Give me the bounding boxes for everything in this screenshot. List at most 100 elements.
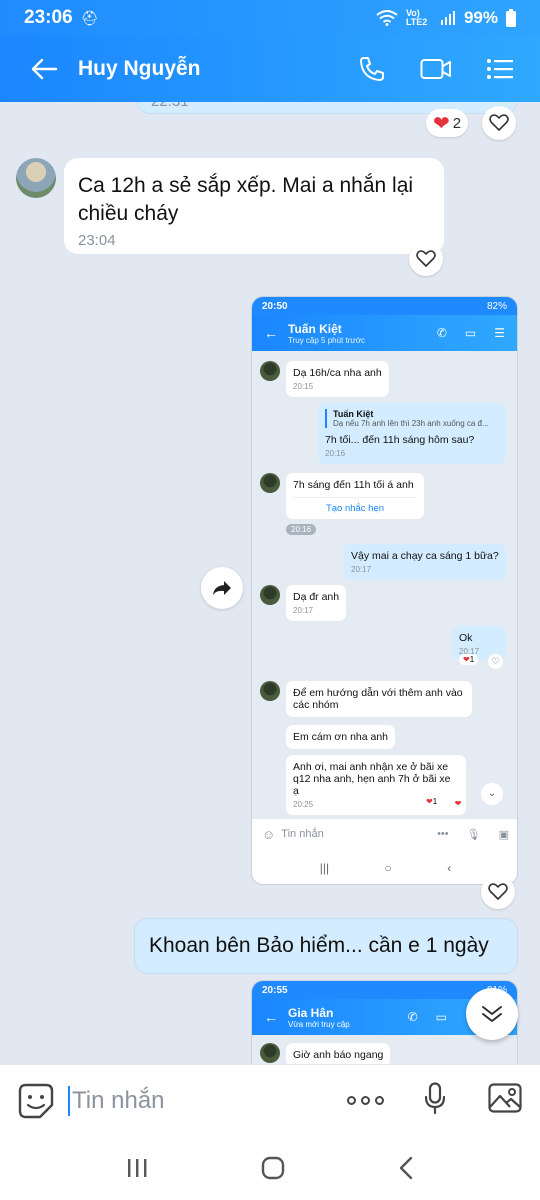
- image-icon: ▣: [498, 828, 509, 841]
- home-icon[interactable]: [261, 1156, 285, 1180]
- message-text: Dạ 16h/ca nha anh: [293, 367, 382, 379]
- status-time: 23:06: [24, 7, 73, 28]
- more-dots-icon: [347, 1096, 384, 1105]
- double-chevron-down-icon: [482, 1006, 502, 1022]
- back-nav-icon: ‹: [447, 860, 452, 875]
- reaction-summary[interactable]: ❤ 2: [426, 109, 469, 137]
- system-nav-bar: [0, 1136, 540, 1200]
- more-icon: •••: [437, 828, 449, 840]
- message-timestamp: 20:17: [351, 565, 372, 574]
- shot-input-placeholder: Tin nhắn: [281, 828, 324, 840]
- list-item: Anh ơi, mai anh nhận xe ở bãi xe q12 nha…: [286, 755, 466, 815]
- message-text: Ok: [459, 632, 473, 644]
- quote-author: Tuấn Kiệt: [333, 409, 374, 419]
- microphone-icon: 🎙: [466, 828, 481, 841]
- incoming-message-bubble[interactable]: Ca 12h a sẻ sắp xếp. Mai a nhắn lại chiề…: [64, 158, 444, 254]
- heart-outline-icon: ♡: [488, 654, 503, 669]
- video-call-icon: ▭: [464, 326, 477, 340]
- heart-outline-icon: [416, 250, 436, 267]
- list-item: Em cám ơn nha anh: [286, 725, 396, 749]
- scroll-down-button[interactable]: [466, 988, 518, 1040]
- message-input-placeholder: Tin nhắn: [72, 1086, 165, 1114]
- list-item: Dạ đr anh 20:17: [286, 585, 347, 621]
- quote-block: Tuấn Kiệt Dạ nếu 7h anh lên thì 23h anh …: [325, 409, 499, 428]
- avatar: [260, 473, 280, 493]
- back-arrow-icon: [31, 58, 58, 80]
- list-item: Dạ 16h/ca nha anh 20:15: [286, 361, 389, 397]
- message-text: 7h tối... đến 11h sáng hôm sau?: [325, 434, 475, 446]
- reaction-count: 1: [469, 655, 475, 664]
- shot-contact-name: Gia Hân: [288, 1005, 334, 1020]
- shot-header: ← Tuấn Kiệt Truy cập 5 phút trước ✆ ▭ ☰: [252, 315, 517, 351]
- message-timestamp: 20:15: [293, 382, 314, 391]
- contact-name[interactable]: Huy Nguyễn: [78, 57, 201, 81]
- shot-status-time: 20:55: [262, 984, 288, 996]
- message-text: Dạ đr anh: [293, 591, 340, 603]
- shot-nav-bar: ||| ○ ‹: [252, 849, 517, 884]
- avatar: [260, 361, 280, 381]
- list-item: Để em hướng dẫn với thêm anh vào các nhó…: [286, 681, 472, 717]
- sticker-icon: [18, 1083, 54, 1118]
- home-icon: ○: [384, 860, 392, 875]
- chat-header: Huy Nguyễn: [0, 36, 540, 102]
- sticker-icon: ☺: [262, 826, 276, 842]
- heart-outline-icon: [489, 114, 509, 131]
- list-item: 7h sáng đến 11h tối á anh Tạo nhắc hẹn: [286, 473, 424, 519]
- shot-contact-status: Truy cập 5 phút trước: [288, 335, 365, 345]
- more-button[interactable]: [347, 1096, 384, 1105]
- avatar: [260, 1043, 280, 1063]
- phone-call-icon[interactable]: [358, 55, 386, 83]
- message-text: Giờ anh báo ngang: [293, 1049, 384, 1061]
- list-item: Vậy mai a chạy ca sáng 1 bữa? 20:17: [344, 544, 506, 580]
- message-timestamp: 20:16: [286, 524, 317, 535]
- outgoing-message-bubble[interactable]: Khoan bên Bảo hiểm... cần e 1 ngày: [134, 918, 518, 974]
- avatar: [260, 585, 280, 605]
- message-timestamp: 20:17: [293, 606, 314, 615]
- image-picker-button[interactable]: [488, 1083, 522, 1118]
- message-timestamp: 22:31: [151, 102, 189, 110]
- heart-reaction-icon: ❤: [463, 655, 470, 664]
- message-text: Khoan bên Bảo hiểm... cần e 1 ngày: [149, 934, 489, 957]
- message-timestamp: 20:16: [325, 449, 346, 458]
- notification-icon: ⛑: [80, 9, 99, 26]
- heart-outline-icon: [488, 883, 508, 900]
- react-button[interactable]: [409, 242, 443, 276]
- image-message[interactable]: 20:50 82% ← Tuấn Kiệt Truy cập 5 phút tr…: [251, 296, 518, 885]
- phone-call-icon: ✆: [436, 326, 447, 340]
- forward-button[interactable]: [201, 567, 243, 609]
- back-nav-icon[interactable]: [398, 1156, 414, 1180]
- recent-apps-icon[interactable]: [126, 1157, 148, 1179]
- status-bar: 23:06 ⛑ Vo) LTE2 99%: [0, 0, 540, 36]
- microphone-icon: [424, 1082, 446, 1115]
- reaction-count: 1: [432, 797, 438, 806]
- voice-record-button[interactable]: [424, 1082, 446, 1119]
- menu-list-icon[interactable]: [486, 58, 514, 80]
- video-call-icon[interactable]: [420, 57, 452, 81]
- sticker-button[interactable]: [16, 1081, 56, 1121]
- react-button[interactable]: [482, 106, 516, 140]
- wifi-icon: [376, 10, 398, 26]
- shot-battery: 82%: [486, 300, 507, 312]
- chevron-down-icon: ⌄: [481, 783, 503, 805]
- back-arrow-icon: ←: [264, 325, 278, 341]
- message-text: Ca 12h a sẻ sắp xếp. Mai a nhắn lại chiề…: [78, 174, 414, 225]
- message-input[interactable]: Tin nhắn: [68, 1085, 165, 1116]
- shot-contact-name: Tuấn Kiệt: [288, 321, 342, 336]
- avatar[interactable]: [16, 158, 56, 198]
- react-button[interactable]: [481, 875, 515, 909]
- reaction-count: 2: [452, 114, 462, 132]
- network-label: Vo) LTE2: [405, 8, 428, 27]
- image-icon: [488, 1083, 522, 1113]
- back-button[interactable]: [20, 45, 68, 93]
- video-call-icon: ▭: [435, 1010, 447, 1024]
- reminder-link: Tạo nhắc hẹn: [293, 497, 417, 519]
- phone-call-icon: ✆: [407, 1010, 418, 1024]
- message-text: Em cám ơn nha anh: [293, 731, 389, 743]
- list-item: Giờ anh báo ngang: [286, 1043, 391, 1064]
- reaction-summary: ❤1: [459, 654, 479, 665]
- signal-icon: [440, 11, 455, 25]
- heart-reaction-icon: ❤: [426, 797, 433, 806]
- message-list[interactable]: 22:31 ❤ 2 Ca 12h a sẻ sắp xếp. Mai a nhắ…: [0, 102, 540, 1064]
- quote-text: Dạ nếu 7h anh lên thì 23h anh xuống ca đ…: [333, 419, 489, 428]
- back-arrow-icon: ←: [264, 1009, 278, 1025]
